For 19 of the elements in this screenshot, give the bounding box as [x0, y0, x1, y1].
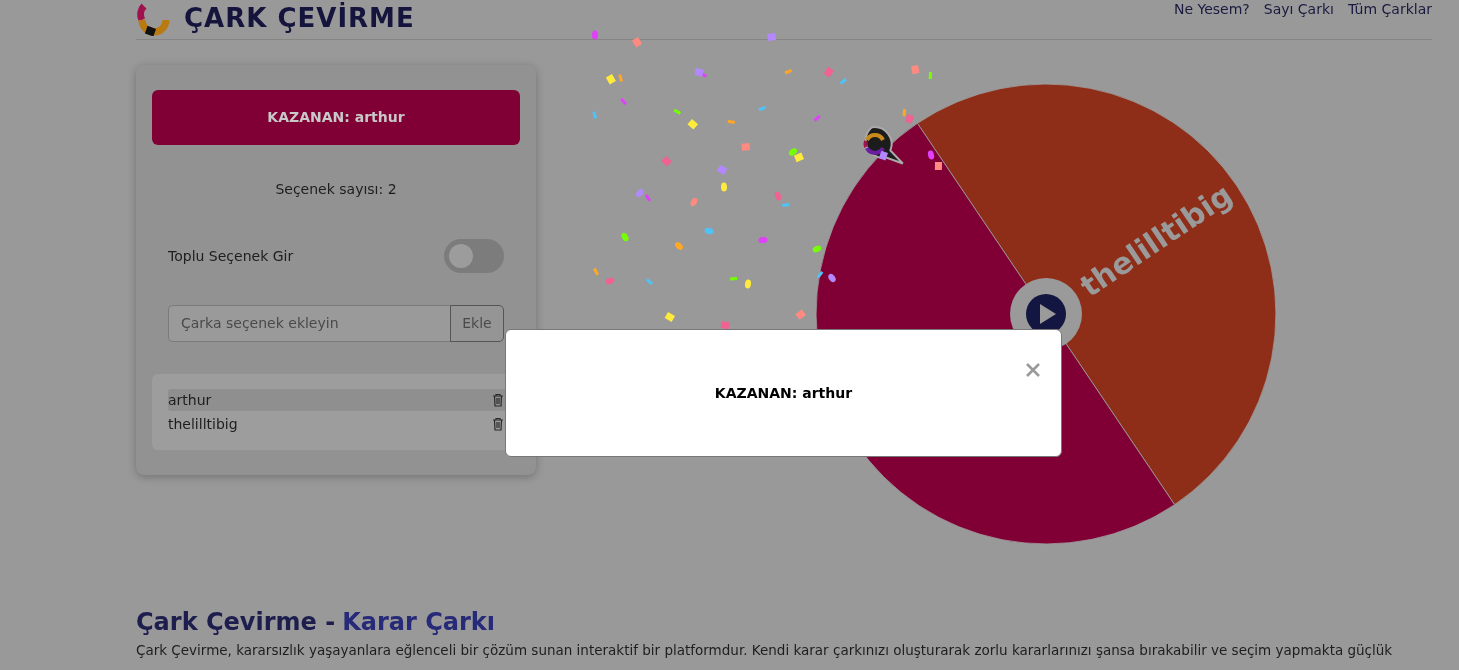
option-input[interactable]: Çarka seçenek ekleyin	[168, 304, 450, 342]
option-row[interactable]: thelilltibig	[168, 413, 510, 435]
winner-message: KAZANAN: arthur	[714, 385, 853, 401]
close-icon[interactable]	[1025, 362, 1041, 378]
site-title: ÇARK ÇEVİRME	[184, 2, 415, 34]
add-button[interactable]: Ekle	[450, 304, 504, 342]
pointer-icon	[863, 126, 904, 165]
article-paragraph: Çark Çevirme, kararsızlık yaşayanlara eğlenceli bir çözüm sunan interaktif bir platformdur. Kendi karar çarkınızı oluşturarak zorlu kararlarınızı şansa bırakabilir ve seçim yapmakta güçlük	[136, 641, 1393, 660]
article-title-accent: Karar Çarkı	[342, 608, 496, 636]
trash-icon[interactable]	[492, 393, 504, 407]
nav-link[interactable]: Ne Yesem?	[1173, 0, 1250, 18]
nav-link[interactable]: Tüm Çarklar	[1347, 0, 1432, 18]
option-count: Seçenek sayısı: 2	[275, 180, 397, 197]
article-title: Çark Çevirme -	[136, 608, 336, 636]
trash-icon[interactable]	[492, 417, 504, 431]
nav-link[interactable]: Sayı Çarkı	[1263, 0, 1334, 18]
bulk-toggle[interactable]	[444, 238, 504, 273]
winner-banner: KAZANAN: arthur	[152, 90, 520, 145]
toggle-label: Toplu Seçenek Gir	[168, 247, 294, 264]
